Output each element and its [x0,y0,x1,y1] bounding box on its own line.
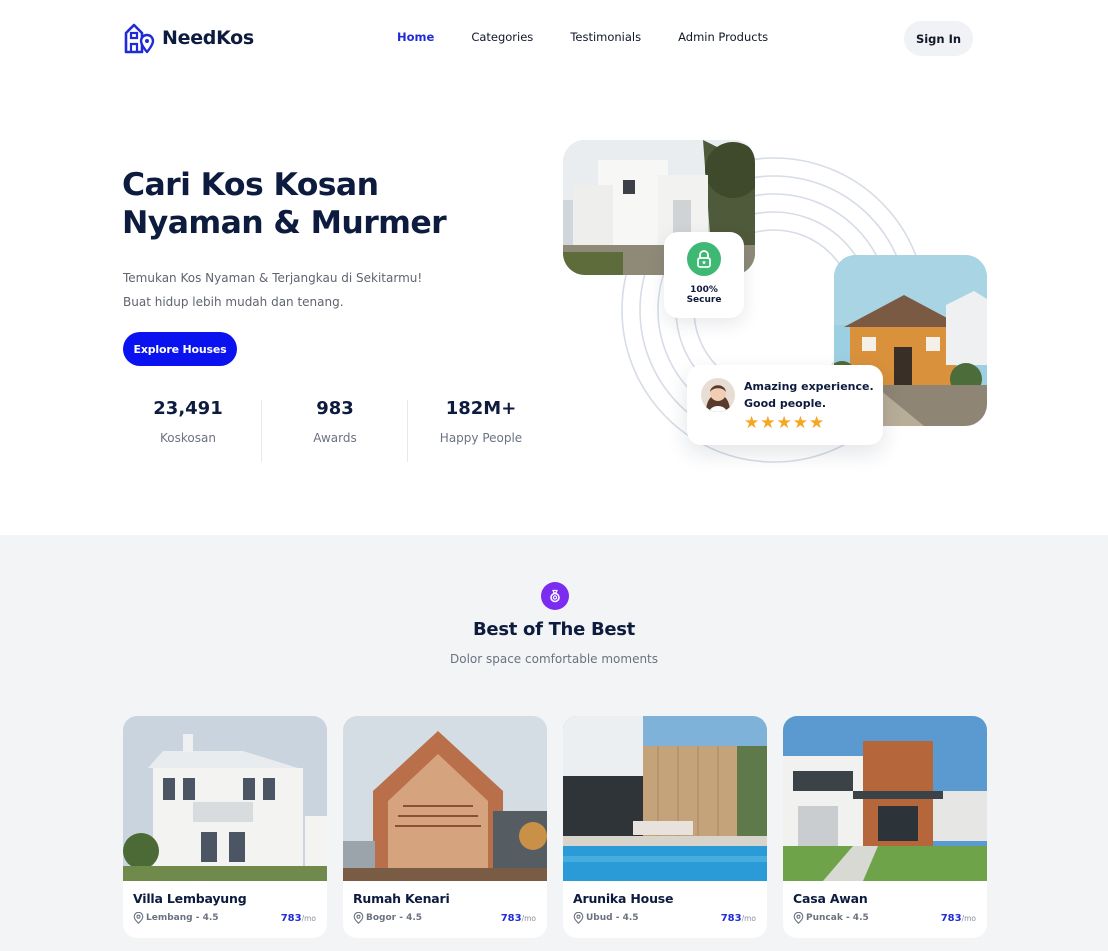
property-name: Casa Awan [793,891,868,906]
hero-illustration: 100% Secure Amazing experience. Good peo… [560,135,1000,475]
hero-subtitle-line-2: Buat hidup lebih mudah dan tenang. [123,295,344,309]
review-text: Amazing experience. Good people. [744,378,879,412]
property-location: Puncak - 4.5 [793,912,869,924]
stat-value: 23,491 [153,398,223,419]
review-line-2: Good people. [744,397,827,410]
map-pin-icon [353,912,364,924]
nav-admin-products[interactable]: Admin Products [678,30,768,44]
ring-icon [541,582,569,610]
stat-divider [261,400,262,462]
stat-happy-people: 182M+ Happy People [416,398,546,445]
stat-value: 182M+ [445,398,517,419]
property-price: 783/mo [501,913,536,924]
location-text: Bogor - 4.5 [366,913,423,923]
review-card: Amazing experience. Good people. ★★★★★ [687,365,883,445]
stat-divider [407,400,408,462]
property-location: Lembang - 4.5 [133,912,219,924]
property-photo [783,716,987,881]
property-price: 783/mo [721,913,756,924]
price-period: /mo [961,914,976,923]
price-value: 783 [940,913,962,924]
price-period: /mo [741,914,756,923]
property-name: Arunika House [573,891,674,906]
property-price: 783/mo [941,913,976,924]
house-pin-icon [124,23,155,54]
main-menu: Home Categories Testimonials Admin Produ… [397,30,768,44]
property-card-casa-awan[interactable]: Casa Awan Puncak - 4.5 783/mo [783,716,987,938]
property-name: Rumah Kenari [353,891,450,906]
top-navbar: NeedKos Home Categories Testimonials Adm… [0,0,1108,76]
explore-houses-button[interactable]: Explore Houses [123,332,237,366]
stat-label: Awards [313,431,357,445]
stat-label: Happy People [439,431,523,445]
property-card-rumah-kenari[interactable]: Rumah Kenari Bogor - 4.5 783/mo [343,716,547,938]
location-text: Puncak - 4.5 [806,913,869,923]
star-rating: ★★★★★ [744,413,826,433]
property-name: Villa Lembayung [133,891,247,906]
section-title: Best of The Best [473,619,635,640]
property-price: 783/mo [281,913,316,924]
secure-line-2: Secure [686,295,722,305]
hero-title-line-1: Cari Kos Kosan [122,167,379,203]
section-subtitle: Dolor space comfortable moments [449,652,659,666]
hero-subtitle: Temukan Kos Nyaman & Terjangkau di Sekit… [123,266,422,314]
hero-subtitle-line-1: Temukan Kos Nyaman & Terjangkau di Sekit… [123,271,423,285]
property-card-villa-lembayung[interactable]: Villa Lembayung Lembang - 4.5 783/mo [123,716,327,938]
secure-line-1: 100% [690,285,718,295]
hero-title-line-2: Nyaman & Murmer [122,205,447,241]
location-text: Ubud - 4.5 [586,913,639,923]
property-photo [343,716,547,881]
property-photo [563,716,767,881]
sign-in-button[interactable]: Sign In [904,21,973,56]
price-period: /mo [301,914,316,923]
logo[interactable]: NeedKos [123,22,254,54]
map-pin-icon [573,912,584,924]
secure-label: 100% Secure [664,285,744,305]
property-location: Ubud - 4.5 [573,912,639,924]
stat-koskosan: 23,491 Koskosan [123,398,253,445]
nav-categories[interactable]: Categories [471,30,533,44]
price-value: 783 [280,913,302,924]
property-card-arunika-house[interactable]: Arunika House Ubud - 4.5 783/mo [563,716,767,938]
lock-icon [687,242,721,276]
price-value: 783 [500,913,522,924]
brand-name: NeedKos [162,27,254,49]
price-period: /mo [521,914,536,923]
property-photo [123,716,327,881]
stat-awards: 983 Awards [270,398,400,445]
secure-badge: 100% Secure [664,232,744,318]
property-location: Bogor - 4.5 [353,912,422,924]
hero-title: Cari Kos Kosan Nyaman & Murmer [122,166,447,242]
review-line-1: Amazing experience. [744,380,874,393]
stat-label: Koskosan [160,431,216,445]
best-section: Best of The Best Dolor space comfortable… [0,535,1108,951]
location-text: Lembang - 4.5 [146,913,219,923]
map-pin-icon [133,912,144,924]
nav-testimonials[interactable]: Testimonials [570,30,641,44]
price-value: 783 [720,913,742,924]
avatar [701,378,735,412]
nav-home[interactable]: Home [397,30,434,44]
map-pin-icon [793,912,804,924]
stat-value: 983 [316,398,354,419]
